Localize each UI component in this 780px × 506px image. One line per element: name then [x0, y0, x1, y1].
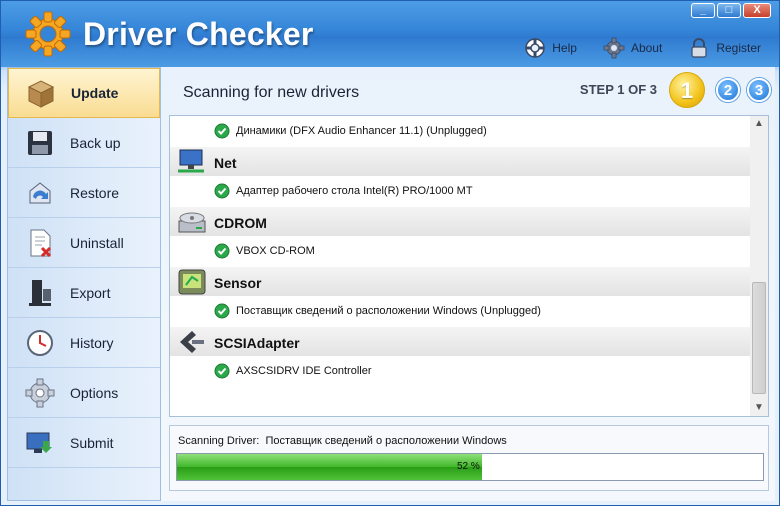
- close-button[interactable]: X: [743, 3, 771, 18]
- sidebar: Update Back up Restore Uninstall Export …: [7, 67, 161, 501]
- check-icon: [214, 363, 230, 379]
- vertical-scrollbar[interactable]: ▲ ▼: [750, 116, 768, 416]
- lifebuoy-icon: [525, 38, 546, 58]
- category-label: CDROM: [214, 215, 267, 231]
- device-label: Динамики (DFX Audio Enhancer 11.1) (Unpl…: [236, 125, 487, 137]
- device-label: Поставщик сведений о расположении Window…: [236, 305, 541, 317]
- scan-status-panel: Scanning Driver: Поставщик сведений о ра…: [169, 425, 769, 491]
- register-label: Register: [716, 41, 761, 55]
- app-window: Driver Checker _ □ X Help About Register…: [0, 0, 780, 506]
- page-title: Scanning for new drivers: [183, 84, 360, 101]
- step-3-badge: 3: [747, 78, 771, 102]
- register-link[interactable]: Register: [688, 37, 761, 59]
- clock-icon: [27, 329, 53, 356]
- scan-status-prefix: Scanning Driver:: [178, 435, 260, 447]
- scan-status-text: Scanning Driver: Поставщик сведений о ра…: [178, 435, 507, 447]
- driver-list[interactable]: Динамики (DFX Audio Enhancer 11.1) (Unpl…: [169, 115, 769, 417]
- step-1-badge: 1: [669, 72, 705, 108]
- sidebar-item-restore[interactable]: Restore: [8, 168, 160, 218]
- check-icon: [214, 243, 230, 259]
- check-icon: [214, 123, 230, 139]
- check-icon: [214, 303, 230, 319]
- step-2-badge: 2: [716, 78, 740, 102]
- options-gear-icon: [25, 378, 55, 407]
- device-label: VBOX CD-ROM: [236, 245, 315, 257]
- floppy-disk-icon: [28, 130, 52, 155]
- restore-icon: [29, 181, 51, 203]
- window-controls: _ □ X: [691, 3, 771, 18]
- category-row: Sensor: [170, 266, 750, 296]
- monitor-upload-icon: [26, 432, 52, 453]
- sidebar-item-label: Options: [70, 384, 119, 401]
- sidebar-item-label: Update: [71, 85, 119, 101]
- title-bar: Driver Checker _ □ X Help About Register: [1, 1, 779, 67]
- network-icon: [178, 149, 204, 173]
- category-label: Net: [214, 155, 237, 171]
- sidebar-item-update[interactable]: Update: [8, 68, 160, 118]
- check-icon: [214, 183, 230, 199]
- sidebar-item-export[interactable]: Export: [8, 268, 160, 318]
- export-icon: [29, 279, 51, 306]
- about-label: About: [630, 41, 663, 55]
- sensor-icon: [178, 269, 206, 295]
- sidebar-item-label: Restore: [70, 184, 120, 201]
- box-icon: [27, 80, 55, 108]
- list-item[interactable]: Динамики (DFX Audio Enhancer 11.1) (Unpl…: [170, 116, 750, 146]
- progress-fill: [177, 454, 482, 480]
- category-label: Sensor: [214, 275, 262, 291]
- sidebar-item-label: Uninstall: [70, 234, 124, 251]
- about-link[interactable]: About: [603, 37, 662, 59]
- padlock-icon: [691, 38, 707, 58]
- cdrom-drive-icon: [178, 212, 206, 233]
- list-item[interactable]: AXSCSIDRV IDE Controller: [170, 356, 750, 386]
- sidebar-item-uninstall[interactable]: Uninstall: [8, 218, 160, 268]
- scsi-adapter-icon: [180, 331, 204, 353]
- sidebar-item-label: Submit: [70, 434, 114, 451]
- scroll-thumb[interactable]: [752, 282, 766, 394]
- help-link[interactable]: Help: [524, 37, 577, 59]
- device-label: Адаптер рабочего стола Intel(R) PRO/1000…: [236, 185, 473, 197]
- list-item[interactable]: VBOX CD-ROM: [170, 236, 750, 266]
- top-links: Help About Register: [524, 37, 761, 59]
- category-row: CDROM: [170, 206, 750, 236]
- category-row: Net: [170, 146, 750, 176]
- maximize-button[interactable]: □: [717, 3, 741, 18]
- main-header: Scanning for new drivers STEP 1 OF 3 1 2…: [161, 67, 775, 115]
- app-title: Driver Checker: [83, 16, 314, 52]
- sidebar-item-options[interactable]: Options: [8, 368, 160, 418]
- sidebar-item-history[interactable]: History: [8, 318, 160, 368]
- app-logo-gear-icon: [25, 11, 71, 57]
- progress-label: 52 %: [457, 461, 480, 472]
- gear-icon: [603, 37, 625, 59]
- sidebar-item-label: Back up: [70, 134, 121, 151]
- sidebar-item-label: Export: [70, 284, 111, 301]
- device-label: AXSCSIDRV IDE Controller: [236, 365, 372, 377]
- uninstall-document-icon: [30, 229, 52, 257]
- help-label: Help: [552, 41, 577, 55]
- sidebar-item-submit[interactable]: Submit: [8, 418, 160, 468]
- category-row: SCSIAdapter: [170, 326, 750, 356]
- scan-status-driver: Поставщик сведений о расположении Window…: [265, 435, 507, 447]
- minimize-button[interactable]: _: [691, 3, 715, 18]
- sidebar-item-label: History: [70, 334, 114, 351]
- main-panel: Scanning for new drivers STEP 1 OF 3 1 2…: [161, 67, 775, 501]
- list-item[interactable]: Адаптер рабочего стола Intel(R) PRO/1000…: [170, 176, 750, 206]
- scroll-down-arrow-icon[interactable]: ▼: [750, 400, 768, 416]
- scroll-up-arrow-icon[interactable]: ▲: [750, 116, 768, 132]
- list-item[interactable]: Поставщик сведений о расположении Window…: [170, 296, 750, 326]
- step-indicator-text: STEP 1 OF 3: [579, 82, 657, 97]
- sidebar-item-back-up[interactable]: Back up: [8, 118, 160, 168]
- scan-progress-bar: 52 %: [176, 453, 764, 481]
- category-label: SCSIAdapter: [214, 335, 300, 351]
